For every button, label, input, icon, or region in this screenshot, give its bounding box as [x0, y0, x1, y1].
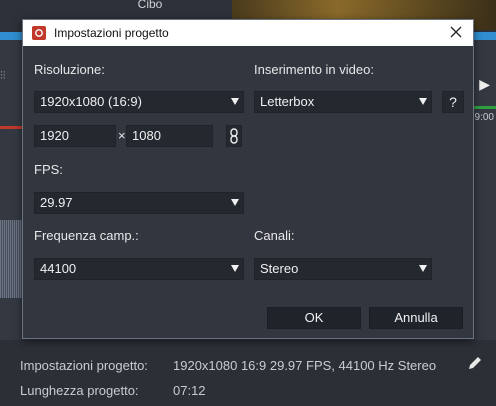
fit-label: Inserimento in video:: [254, 62, 374, 77]
project-settings-dialog: Impostazioni progetto Risoluzione: 1920x…: [22, 19, 474, 339]
mixer-icon[interactable]: ⫶⫶: [0, 70, 22, 82]
height-input[interactable]: 1080: [126, 125, 213, 147]
channels-select[interactable]: Stereo: [254, 258, 432, 280]
dropdown-arrow-icon: [419, 98, 427, 105]
audio-waveform: [0, 220, 22, 298]
sample-rate-label: Frequenza camp.:: [34, 228, 139, 243]
fps-value: 29.97: [40, 195, 73, 210]
track-panel: ⫶⫶: [0, 40, 22, 340]
dropdown-arrow-icon: [419, 265, 427, 272]
times-symbol: ×: [118, 128, 126, 143]
chain-link-icon: [230, 128, 238, 144]
sample-rate-select[interactable]: 44100: [34, 258, 244, 280]
close-icon[interactable]: [447, 23, 465, 41]
project-length-row: Lunghezza progetto: 07:12: [20, 383, 206, 398]
cancel-button[interactable]: Annulla: [369, 307, 463, 329]
channels-label: Canali:: [254, 228, 295, 243]
help-button[interactable]: ?: [442, 91, 464, 113]
fit-select[interactable]: Letterbox: [254, 91, 432, 113]
channels-value: Stereo: [260, 261, 299, 276]
app-icon: [32, 26, 46, 40]
resolution-value: 1920x1080 (16:9): [40, 94, 142, 109]
track-marker: [0, 126, 22, 129]
project-settings-value: 1920x1080 16:9 29.97 FPS, 44100 Hz Stere…: [173, 358, 437, 373]
project-length-label: Lunghezza progetto:: [20, 383, 139, 398]
resolution-select[interactable]: 1920x1080 (16:9): [34, 91, 244, 113]
width-value: 1920: [40, 128, 69, 143]
ok-button[interactable]: OK: [267, 307, 361, 329]
fps-label: FPS:: [34, 162, 63, 177]
dialog-titlebar[interactable]: Impostazioni progetto: [23, 20, 473, 46]
resolution-label: Risoluzione:: [34, 62, 105, 77]
aspect-lock-button[interactable]: [226, 125, 242, 147]
project-status-bar: Impostazioni progetto: 1920x1080 16:9 29…: [0, 340, 496, 406]
project-settings-label: Impostazioni progetto:: [20, 358, 148, 373]
dropdown-arrow-icon: [231, 199, 239, 206]
dropdown-arrow-icon: [231, 265, 239, 272]
play-icon[interactable]: ▶: [479, 76, 490, 93]
fps-select[interactable]: 29.97: [34, 192, 244, 214]
fit-value: Letterbox: [260, 94, 315, 109]
category-label: Cibo: [137, 0, 163, 8]
project-settings-row: Impostazioni progetto: 1920x1080 16:9 29…: [20, 358, 436, 373]
dialog-title: Impostazioni progetto: [54, 26, 169, 40]
project-length-value: 07:12: [173, 383, 206, 398]
dropdown-arrow-icon: [231, 98, 239, 105]
timeline-time: 9:00: [474, 112, 494, 123]
edit-pencil-icon[interactable]: [466, 354, 484, 372]
sample-rate-value: 44100: [40, 261, 77, 276]
width-input[interactable]: 1920: [34, 125, 116, 147]
height-value: 1080: [132, 128, 161, 143]
progress-strip-left: [0, 32, 22, 40]
